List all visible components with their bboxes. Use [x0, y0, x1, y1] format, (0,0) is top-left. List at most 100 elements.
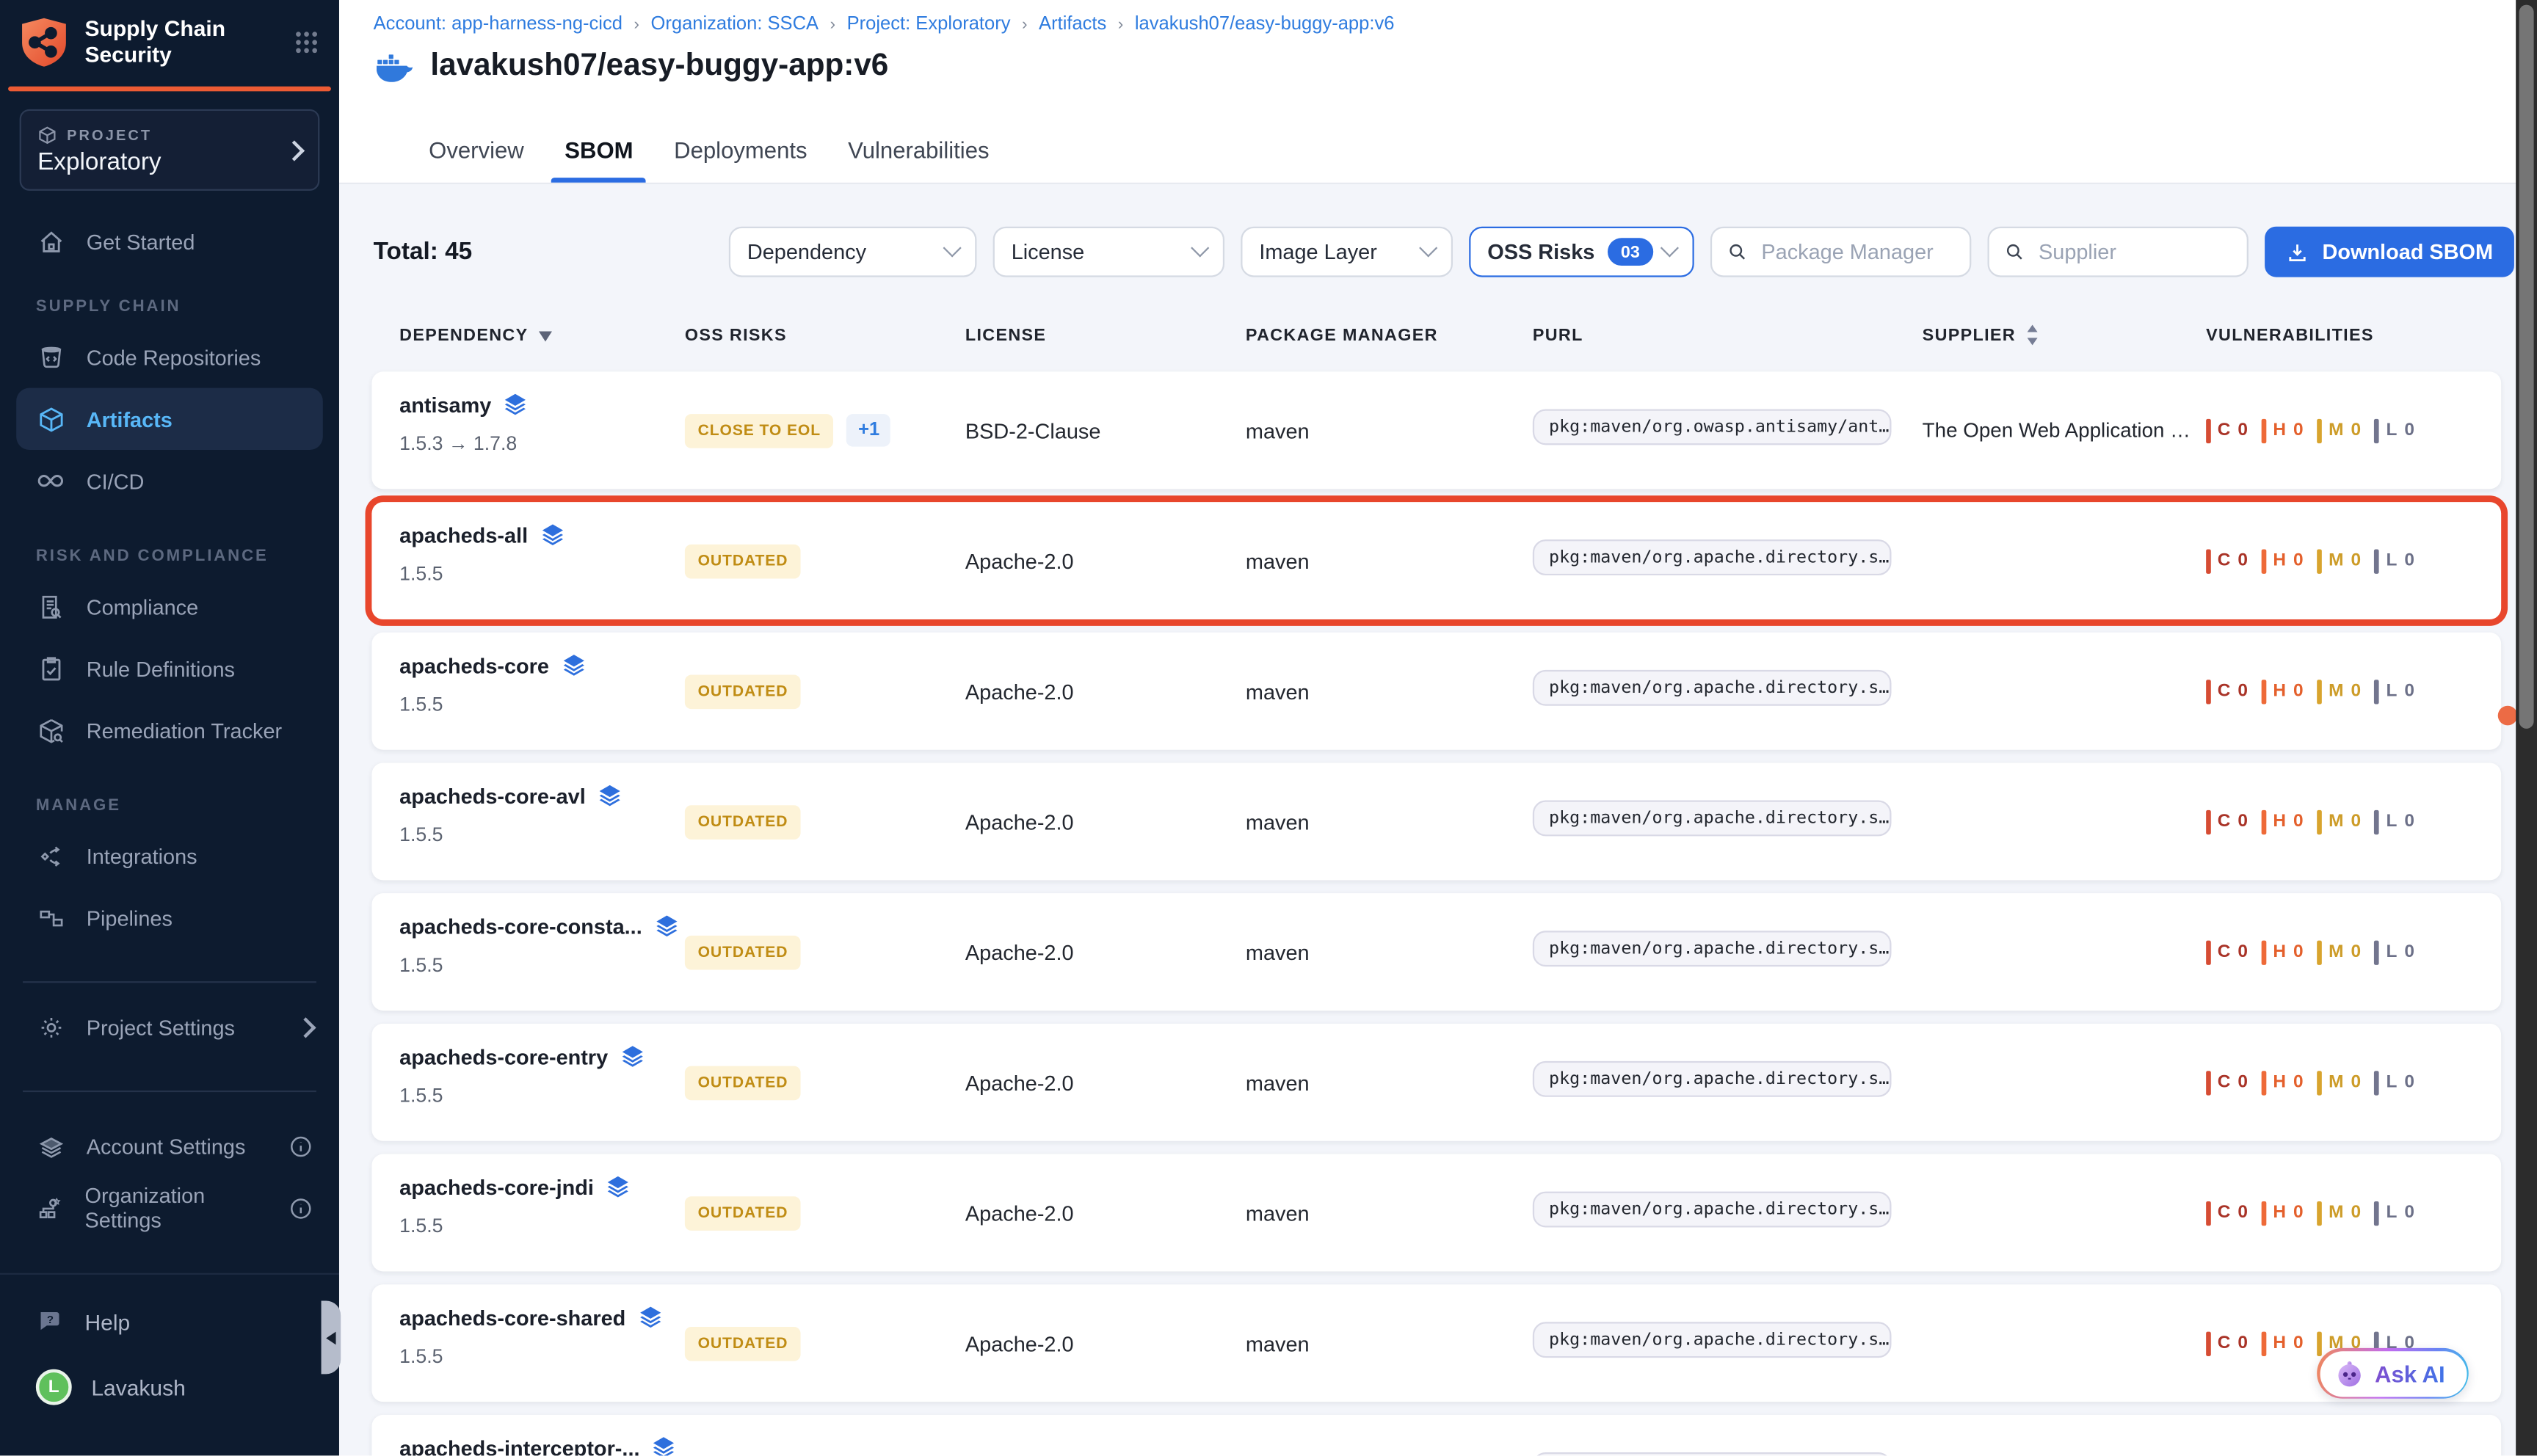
oss-risk-badge: OUTDATED	[685, 935, 801, 969]
sidebar-item-label: Artifacts	[87, 407, 173, 431]
breadcrumb-separator: ›	[1118, 15, 1123, 33]
sidebar-item-project-settings[interactable]: Project Settings	[0, 996, 339, 1058]
license-cell: Apache-2.0	[965, 548, 1246, 572]
purl-pill[interactable]: pkg:maven/org.apache.directory.s…	[1533, 1321, 1892, 1357]
license-cell: Apache-2.0	[965, 1331, 1246, 1355]
info-icon[interactable]	[288, 1134, 313, 1158]
dependency-filter-label: Dependency	[747, 240, 866, 264]
tab-sbom[interactable]: SBOM	[562, 137, 636, 183]
oss-risk-badge[interactable]: +1	[847, 414, 891, 446]
dependency-name: apacheds-interceptor-...	[399, 1435, 639, 1456]
page-title: lavakush07/easy-buggy-app:v6	[430, 49, 888, 85]
module-grid-icon[interactable]	[294, 29, 320, 56]
sidebar-item-get-started[interactable]: Get Started	[0, 211, 339, 272]
table-row[interactable]: apacheds-core-jndi 1.5.5 OUTDATED Apache…	[371, 1154, 2501, 1272]
table-row-highlighted[interactable]: apacheds-all 1.5.5 OUTDATED Apache-2.0 m…	[371, 502, 2501, 619]
box-wrench-icon	[36, 716, 65, 744]
column-header-supplier[interactable]: SUPPLIER	[1923, 324, 2206, 346]
table-row[interactable]: apacheds-core-avl 1.5.5 OUTDATED Apache-…	[371, 762, 2501, 880]
package-manager-input[interactable]	[1758, 238, 1956, 266]
tab-deployments[interactable]: Deployments	[671, 137, 810, 183]
dependency-filter[interactable]: Dependency	[729, 227, 977, 277]
purl-pill[interactable]: pkg:maven/org.apache.directory.s…	[1533, 930, 1892, 966]
table-row[interactable]: apacheds-core 1.5.5 OUTDATED Apache-2.0 …	[371, 633, 2501, 750]
sidebar-collapse-handle[interactable]	[322, 1300, 341, 1374]
license-filter[interactable]: License	[993, 227, 1224, 277]
sidebar-item-account-settings[interactable]: Account Settings	[0, 1115, 339, 1176]
dependency-name: apacheds-core-avl	[399, 783, 586, 807]
table-row[interactable]: apacheds-core-consta... 1.5.5 OUTDATED A…	[371, 893, 2501, 1011]
table-row[interactable]: apacheds-interceptor-... 1.5.5 OUTDATED …	[371, 1415, 2501, 1456]
purl-pill[interactable]: pkg:maven/org.apache.directory.s…	[1533, 539, 1892, 575]
vulnerabilities-cell: C0H0M0L0	[2206, 809, 2501, 834]
purl-pill[interactable]: pkg:maven/org.apache.directory.s…	[1533, 669, 1892, 705]
search-icon	[1727, 241, 1749, 263]
section-label-supply-chain: SUPPLY CHAIN	[36, 298, 339, 316]
breadcrumb-project[interactable]: Project: Exploratory	[847, 15, 1011, 34]
breadcrumb-organization[interactable]: Organization: SSCA	[650, 15, 819, 34]
sbom-content: Total: 45 Dependency License Image Layer…	[339, 184, 2537, 1455]
project-selector[interactable]: PROJECT Exploratory	[20, 109, 320, 191]
column-header-purl: PURL	[1533, 324, 1923, 346]
vuln-count-medium: M0	[2318, 418, 2362, 443]
layers-icon	[620, 1044, 646, 1070]
project-label: PROJECT	[67, 126, 152, 142]
sidebar-item-organization-settings[interactable]: Organization Settings	[0, 1177, 339, 1239]
vuln-count-critical: C0	[2206, 1070, 2249, 1094]
breadcrumb-artifacts[interactable]: Artifacts	[1039, 15, 1106, 34]
supplier-input[interactable]	[2036, 238, 2233, 266]
column-header-dependency[interactable]: DEPENDENCY	[399, 324, 685, 346]
image-layer-filter[interactable]: Image Layer	[1241, 227, 1453, 277]
package-manager-cell: maven	[1246, 679, 1533, 703]
vuln-count-critical: C0	[2206, 418, 2249, 443]
app-title: Supply Chain Security	[84, 16, 293, 68]
sidebar-item-label: Compliance	[87, 594, 198, 619]
breadcrumb: Account: app-harness-ng-cicd › Organizati…	[374, 15, 1395, 34]
vuln-count-critical: C0	[2206, 939, 2249, 964]
scrollbar-thumb[interactable]	[2519, 5, 2534, 729]
help-button[interactable]: ? Help	[0, 1307, 339, 1336]
purl-pill[interactable]: pkg:maven/org.apache.directory.s…	[1533, 1191, 1892, 1227]
tab-vulnerabilities[interactable]: Vulnerabilities	[845, 137, 992, 183]
purl-pill[interactable]: pkg:maven/org.apache.directory.s…	[1533, 799, 1892, 835]
dependency-version: 1.5.5	[399, 1215, 685, 1237]
vuln-count-critical: C0	[2206, 1331, 2249, 1355]
sidebar-item-integrations[interactable]: Integrations	[0, 825, 339, 887]
vulnerabilities-cell: C0H0M0L0	[2206, 679, 2501, 703]
oss-risk-badge: OUTDATED	[685, 1065, 801, 1099]
sidebar-item-remediation-tracker[interactable]: Remediation Tracker	[0, 699, 339, 761]
dependency-version: 1.5.5	[399, 562, 685, 585]
sidebar-item-artifacts[interactable]: Artifacts	[16, 388, 323, 450]
table-row[interactable]: apacheds-core-entry 1.5.5 OUTDATED Apach…	[371, 1024, 2501, 1141]
download-icon	[2287, 241, 2309, 263]
help-chat-icon: ?	[36, 1307, 65, 1336]
sidebar-item-code-repositories[interactable]: Code Repositories	[0, 326, 339, 387]
sidebar-item-cicd[interactable]: CI/CD	[0, 450, 339, 512]
sidebar-item-compliance[interactable]: Compliance	[0, 575, 339, 637]
table-row[interactable]: antisamy 1.5.3 → 1.7.8 CLOSE TO EOL+1 BS…	[371, 371, 2501, 489]
column-header-vulnerabilities: VULNERABILITIES	[2206, 324, 2501, 346]
breadcrumb-current[interactable]: lavakush07/easy-buggy-app:v6	[1135, 15, 1395, 34]
artifacts-cube-icon	[36, 405, 65, 433]
breadcrumb-account[interactable]: Account: app-harness-ng-cicd	[374, 15, 623, 34]
page-scrollbar[interactable]	[2516, 0, 2537, 1455]
sort-desc-icon	[538, 329, 553, 342]
tab-overview[interactable]: Overview	[426, 137, 528, 183]
user-menu[interactable]: L Lavakush	[0, 1369, 339, 1405]
package-manager-search	[1711, 227, 1972, 277]
purl-pill[interactable]: pkg:maven/org.apache.directory.s…	[1533, 1452, 1892, 1456]
collapse-arrow-icon	[326, 1331, 335, 1344]
sidebar-item-pipelines[interactable]: Pipelines	[0, 887, 339, 948]
purl-pill[interactable]: pkg:maven/org.apache.directory.s…	[1533, 1060, 1892, 1096]
layers-icon	[605, 1173, 631, 1200]
divider	[23, 1091, 316, 1092]
sidebar-item-rule-definitions[interactable]: Rule Definitions	[0, 637, 339, 699]
oss-risks-filter[interactable]: OSS Risks 03	[1470, 227, 1695, 277]
purl-pill[interactable]: pkg:maven/org.owasp.antisamy/ant…	[1533, 408, 1892, 444]
info-icon[interactable]	[288, 1195, 313, 1220]
download-sbom-button[interactable]: Download SBOM	[2265, 227, 2514, 277]
user-name: Lavakush	[91, 1375, 185, 1399]
table-row[interactable]: apacheds-core-shared 1.5.5 OUTDATED Apac…	[371, 1284, 2501, 1402]
tab-bar: Overview SBOM Deployments Vulnerabilitie…	[426, 137, 992, 183]
ask-ai-button[interactable]: Ask AI	[2317, 1348, 2469, 1399]
